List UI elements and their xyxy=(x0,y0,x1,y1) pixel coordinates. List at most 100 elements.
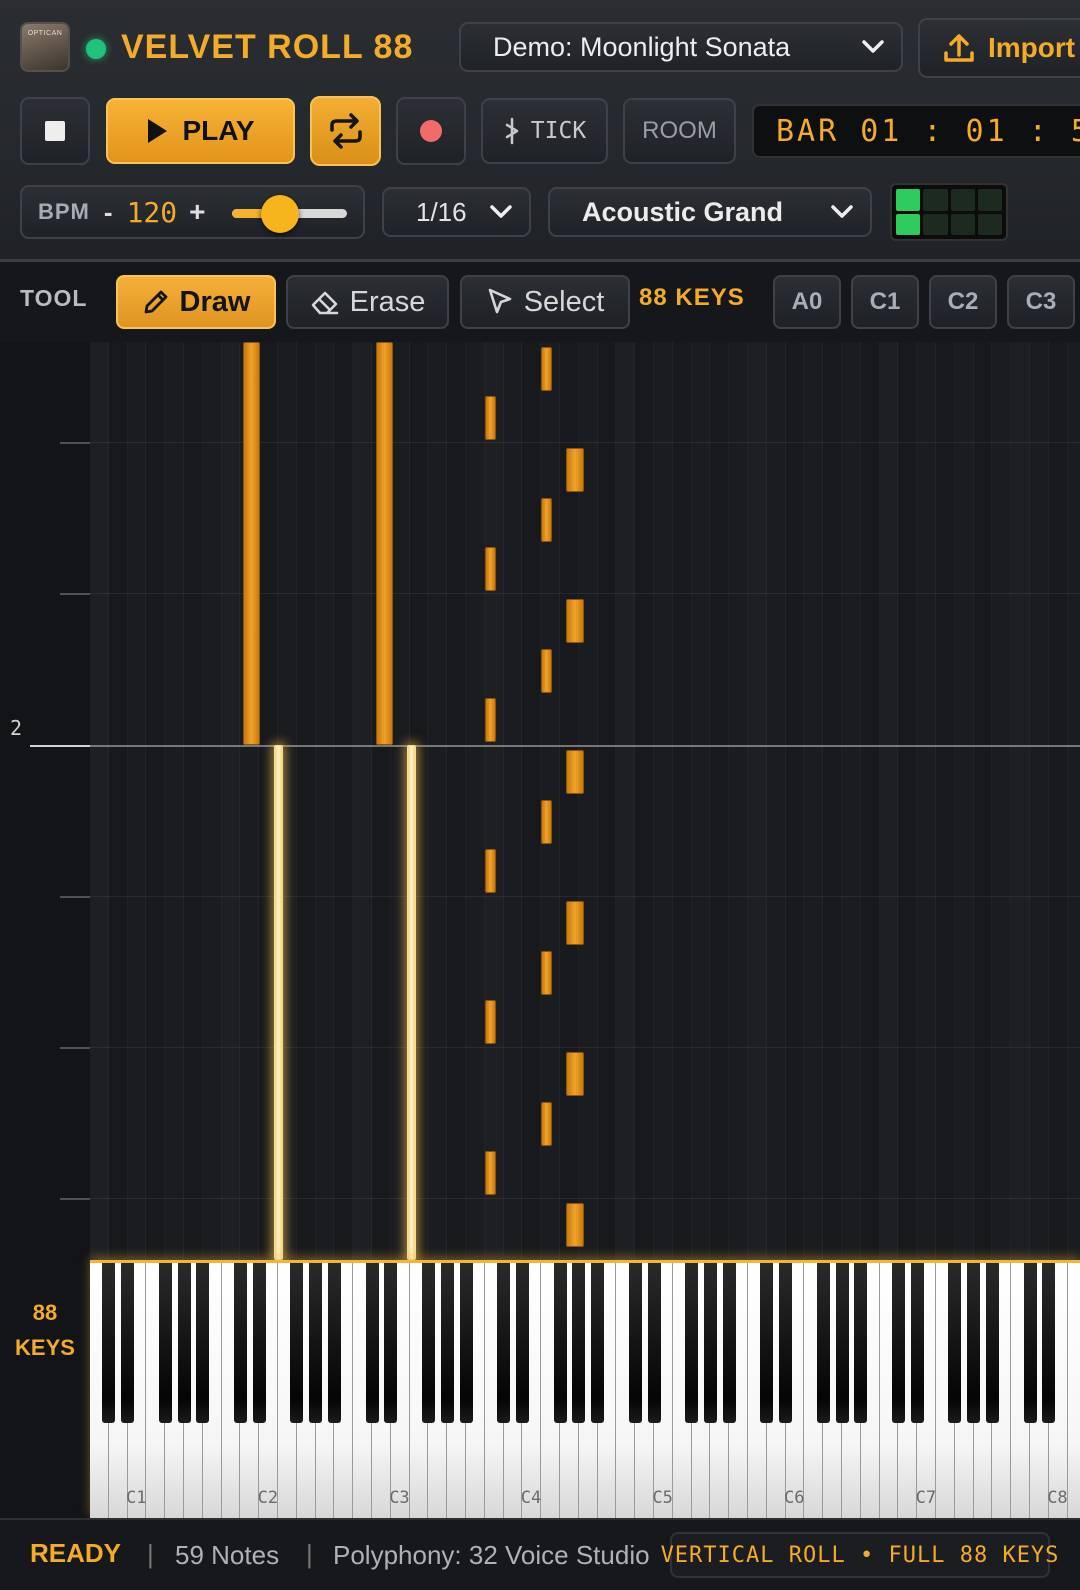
white-key[interactable] xyxy=(1067,1263,1080,1518)
black-key[interactable] xyxy=(121,1263,135,1423)
black-key[interactable] xyxy=(835,1263,849,1423)
black-key[interactable] xyxy=(722,1263,736,1423)
draw-label: Draw xyxy=(179,285,251,318)
note[interactable] xyxy=(541,347,552,391)
key-lane xyxy=(466,342,485,1260)
note[interactable] xyxy=(485,1000,496,1044)
piano-keyboard[interactable]: C1 C2 C3 C4 C5 C6 C7 C8 xyxy=(90,1260,1080,1518)
note[interactable] xyxy=(485,396,496,440)
black-key[interactable] xyxy=(459,1263,473,1423)
bpm-increase-button[interactable]: + xyxy=(189,196,205,228)
black-key[interactable] xyxy=(685,1263,699,1423)
key-lane xyxy=(221,342,241,1260)
note-playing[interactable] xyxy=(407,745,416,1260)
black-key[interactable] xyxy=(891,1263,905,1423)
key-lane xyxy=(1048,342,1068,1260)
black-key[interactable] xyxy=(967,1263,981,1423)
ruler-tick xyxy=(60,593,90,595)
black-key[interactable] xyxy=(816,1263,830,1423)
demo-select[interactable]: Demo: Moonlight Sonata xyxy=(459,22,903,72)
black-key[interactable] xyxy=(196,1263,210,1423)
erase-label: Erase xyxy=(349,285,426,318)
black-key[interactable] xyxy=(985,1263,999,1423)
key-lane xyxy=(785,342,805,1260)
black-key[interactable] xyxy=(760,1263,774,1423)
note-grid[interactable] xyxy=(90,342,1080,1260)
erase-tool-button[interactable]: Erase xyxy=(286,275,449,329)
octave-button-c3[interactable]: C3 xyxy=(1007,275,1075,329)
note-playing[interactable] xyxy=(274,745,283,1260)
bpm-value[interactable]: 120 xyxy=(127,196,178,229)
black-key[interactable] xyxy=(1042,1263,1056,1423)
octave-button-c1[interactable]: C1 xyxy=(851,275,919,329)
black-key[interactable] xyxy=(703,1263,717,1423)
metronome-tick-button[interactable]: TICK xyxy=(481,98,608,164)
loop-button[interactable] xyxy=(310,96,381,166)
black-key[interactable] xyxy=(177,1263,191,1423)
note[interactable] xyxy=(566,599,584,643)
bpm-slider-thumb[interactable] xyxy=(261,195,300,233)
black-key[interactable] xyxy=(384,1263,398,1423)
note[interactable] xyxy=(566,448,584,492)
note[interactable] xyxy=(541,800,552,844)
note[interactable] xyxy=(485,547,496,591)
black-key[interactable] xyxy=(102,1263,116,1423)
note[interactable] xyxy=(485,698,496,742)
record-button[interactable] xyxy=(396,97,466,165)
bpm-decrease-button[interactable]: - xyxy=(104,197,113,228)
import-button[interactable]: Import xyxy=(918,18,1080,78)
grid-quantize-select[interactable]: 1/16 xyxy=(382,187,531,237)
metronome-icon xyxy=(505,117,519,145)
note[interactable] xyxy=(566,1052,584,1096)
room-button[interactable]: ROOM xyxy=(623,98,736,164)
black-key[interactable] xyxy=(233,1263,247,1423)
black-key[interactable] xyxy=(158,1263,172,1423)
black-key[interactable] xyxy=(591,1263,605,1423)
black-key[interactable] xyxy=(365,1263,379,1423)
tick-label: TICK xyxy=(530,118,587,144)
black-key[interactable] xyxy=(572,1263,586,1423)
note[interactable] xyxy=(541,1102,552,1146)
key-lane xyxy=(503,342,523,1260)
note[interactable] xyxy=(541,498,552,542)
black-key[interactable] xyxy=(440,1263,454,1423)
octave-button-a0[interactable]: A0 xyxy=(773,275,841,329)
black-key[interactable] xyxy=(779,1263,793,1423)
select-tool-button[interactable]: Select xyxy=(460,275,630,329)
black-key[interactable] xyxy=(854,1263,868,1423)
play-button[interactable]: PLAY xyxy=(106,98,295,164)
note[interactable] xyxy=(566,750,584,794)
black-key[interactable] xyxy=(553,1263,567,1423)
black-key[interactable] xyxy=(628,1263,642,1423)
black-key[interactable] xyxy=(1023,1263,1037,1423)
stop-button[interactable] xyxy=(20,97,90,165)
power-indicator xyxy=(86,39,106,59)
octave-label: C1 xyxy=(126,1488,147,1508)
draw-tool-button[interactable]: Draw xyxy=(116,275,276,329)
black-key[interactable] xyxy=(290,1263,304,1423)
note[interactable] xyxy=(566,1203,584,1247)
black-key[interactable] xyxy=(421,1263,435,1423)
black-key[interactable] xyxy=(327,1263,341,1423)
key-lane xyxy=(447,342,466,1260)
instrument-select[interactable]: Acoustic Grand xyxy=(548,187,872,237)
note[interactable] xyxy=(485,849,496,893)
note[interactable] xyxy=(566,901,584,945)
black-key[interactable] xyxy=(910,1263,924,1423)
note[interactable] xyxy=(541,951,552,995)
black-key[interactable] xyxy=(252,1263,266,1423)
note[interactable] xyxy=(243,342,260,745)
note[interactable] xyxy=(485,1151,496,1195)
black-key[interactable] xyxy=(497,1263,511,1423)
key-lane xyxy=(635,342,654,1260)
black-key[interactable] xyxy=(515,1263,529,1423)
black-key[interactable] xyxy=(948,1263,962,1423)
black-key[interactable] xyxy=(309,1263,323,1423)
octave-button-c2[interactable]: C2 xyxy=(929,275,997,329)
note[interactable] xyxy=(376,342,393,745)
black-key[interactable] xyxy=(647,1263,661,1423)
note[interactable] xyxy=(541,649,552,693)
bpm-slider[interactable] xyxy=(232,195,347,233)
piano-roll[interactable]: 2 xyxy=(0,342,1080,1260)
key-lane xyxy=(672,342,692,1260)
